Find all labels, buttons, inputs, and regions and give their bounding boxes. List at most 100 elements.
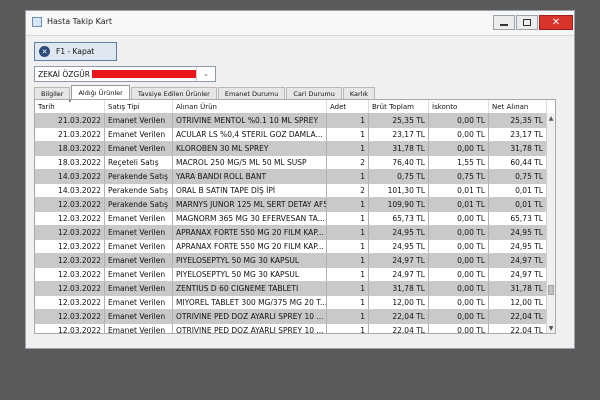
maximize-button[interactable] bbox=[516, 15, 538, 30]
redaction-bar bbox=[92, 70, 196, 78]
table-row[interactable]: 21.03.2022 Emanet Verilen OTRIVINE MENTOL … bbox=[35, 114, 547, 128]
cell-alinan-urun: OTRIVINE PED DOZ AYARLI SPREY 10 ... bbox=[173, 324, 327, 333]
header-iskonto[interactable]: İskonto bbox=[429, 100, 489, 113]
cell-brut-toplam: 24,95 TL bbox=[369, 226, 429, 239]
scroll-up-icon[interactable]: ▲ bbox=[547, 114, 555, 123]
tab-aldigi-urunler[interactable]: Aldığı Ürünler bbox=[71, 85, 130, 99]
cell-adet: 1 bbox=[327, 212, 369, 225]
cell-tarih: 12.03.2022 bbox=[35, 254, 105, 267]
header-net-alinan[interactable]: Net Alınan bbox=[489, 100, 547, 113]
cell-alinan-urun: YARA BANDI ROLL BANT bbox=[173, 170, 327, 183]
table-row[interactable]: 18.03.2022 Reçeteli Satış MACROL 250 MG/5 … bbox=[35, 156, 547, 170]
cell-alinan-urun: KLOROBEN 30 ML SPREY bbox=[173, 142, 327, 155]
cell-tarih: 21.03.2022 bbox=[35, 128, 105, 141]
table-row[interactable]: 12.03.2022 Emanet Verilen APRANAX FORTE 55… bbox=[35, 226, 547, 240]
cell-satis-tipi: Emanet Verilen bbox=[105, 226, 173, 239]
table-row[interactable]: 12.03.2022 Emanet Verilen PIYELOSEPTYL 50 … bbox=[35, 254, 547, 268]
table-row[interactable]: 12.03.2022 Emanet Verilen MAGNORM 365 MG 3… bbox=[35, 212, 547, 226]
vertical-scrollbar[interactable]: ▲ ▼ bbox=[546, 113, 555, 333]
scroll-down-icon[interactable]: ▼ bbox=[547, 324, 555, 333]
cell-tarih: 12.03.2022 bbox=[35, 212, 105, 225]
cell-iskonto: 0,00 TL bbox=[429, 324, 489, 333]
table-row[interactable]: 12.03.2022 Emanet Verilen OTRIVINE PED DOZ… bbox=[35, 310, 547, 324]
cell-alinan-urun: MACROL 250 MG/5 ML 50 ML SUSP bbox=[173, 156, 327, 169]
cell-alinan-urun: MAGNORM 365 MG 30 EFERVESAN TA... bbox=[173, 212, 327, 225]
table-row[interactable]: 14.03.2022 Perakende Satış YARA BANDI ROLL… bbox=[35, 170, 547, 184]
cell-net-alinan: 0,01 TL bbox=[489, 184, 547, 197]
cell-brut-toplam: 24,95 TL bbox=[369, 240, 429, 253]
cell-adet: 1 bbox=[327, 296, 369, 309]
table-row[interactable]: 12.03.2022 Emanet Verilen PIYELOSEPTYL 50 … bbox=[35, 268, 547, 282]
header-brut-toplam[interactable]: Brüt Toplam bbox=[369, 100, 429, 113]
tab-emanet-durumu[interactable]: Emanet Durumu bbox=[217, 87, 286, 99]
cell-net-alinan: 24,95 TL bbox=[489, 226, 547, 239]
tab-tavsiye-edilen-urunler[interactable]: Tavsiye Edilen Ürünler bbox=[130, 87, 217, 99]
cell-iskonto: 0,00 TL bbox=[429, 240, 489, 253]
tab-bilgiler[interactable]: Bilgiler bbox=[34, 87, 71, 99]
cell-brut-toplam: 0,75 TL bbox=[369, 170, 429, 183]
tab-cari-durumu[interactable]: Cari Durumu bbox=[286, 87, 342, 99]
cell-brut-toplam: 76,40 TL bbox=[369, 156, 429, 169]
cell-iskonto: 0,01 TL bbox=[429, 184, 489, 197]
header-adet[interactable]: Adet bbox=[327, 100, 369, 113]
header-alinan-urun[interactable]: Alınan Ürün bbox=[173, 100, 327, 113]
cell-net-alinan: 31,78 TL bbox=[489, 142, 547, 155]
table-row[interactable]: 18.03.2022 Emanet Verilen KLOROBEN 30 ML S… bbox=[35, 142, 547, 156]
cell-tarih: 18.03.2022 bbox=[35, 156, 105, 169]
chevron-down-icon[interactable]: ⌄ bbox=[196, 67, 215, 81]
cell-satis-tipi: Perakende Satış bbox=[105, 198, 173, 211]
cell-satis-tipi: Reçeteli Satış bbox=[105, 156, 173, 169]
cell-satis-tipi: Emanet Verilen bbox=[105, 142, 173, 155]
cell-satis-tipi: Emanet Verilen bbox=[105, 240, 173, 253]
cell-tarih: 12.03.2022 bbox=[35, 282, 105, 295]
cell-alinan-urun: PIYELOSEPTYL 50 MG 30 KAPSUL bbox=[173, 268, 327, 281]
cell-net-alinan: 22,04 TL bbox=[489, 310, 547, 323]
cell-alinan-urun: ZENTIUS D 60 CIGNEME TABLETI bbox=[173, 282, 327, 295]
cell-tarih: 12.03.2022 bbox=[35, 226, 105, 239]
cell-iskonto: 0,00 TL bbox=[429, 254, 489, 267]
scroll-thumb[interactable] bbox=[548, 285, 554, 295]
cell-brut-toplam: 25,35 TL bbox=[369, 114, 429, 127]
table-row[interactable]: 14.03.2022 Perakende Satış ORAL B SATIN TA… bbox=[35, 184, 547, 198]
tab-strip: Bilgiler Aldığı Ürünler Tavsiye Edilen Ü… bbox=[34, 85, 376, 99]
header-satis-tipi[interactable]: Satış Tipi bbox=[105, 100, 173, 113]
cell-satis-tipi: Emanet Verilen bbox=[105, 282, 173, 295]
cell-alinan-urun: ORAL B SATIN TAPE DİŞ İPİ bbox=[173, 184, 327, 197]
cell-iskonto: 0,00 TL bbox=[429, 212, 489, 225]
cell-brut-toplam: 22,04 TL bbox=[369, 310, 429, 323]
cell-iskonto: 0,75 TL bbox=[429, 170, 489, 183]
window-close-button[interactable]: ✕ bbox=[539, 15, 573, 30]
app-icon bbox=[32, 17, 42, 27]
table-row[interactable]: 12.03.2022 Emanet Verilen OTRIVINE PED DOZ… bbox=[35, 324, 547, 333]
cell-adet: 1 bbox=[327, 170, 369, 183]
cell-brut-toplam: 101,30 TL bbox=[369, 184, 429, 197]
table-row[interactable]: 12.03.2022 Emanet Verilen APRANAX FORTE 55… bbox=[35, 240, 547, 254]
kapat-button[interactable]: ✕ F1 - Kapat bbox=[34, 42, 117, 61]
grid-header: Tarih ▼ Satış Tipi Alınan Ürün Adet Brüt… bbox=[35, 100, 547, 114]
cell-brut-toplam: 65,73 TL bbox=[369, 212, 429, 225]
cell-alinan-urun: APRANAX FORTE 550 MG 20 FILM KAP... bbox=[173, 240, 327, 253]
cell-tarih: 14.03.2022 bbox=[35, 170, 105, 183]
minimize-button[interactable] bbox=[493, 15, 515, 30]
table-row[interactable]: 21.03.2022 Emanet Verilen ACULAR LS %0,4 S… bbox=[35, 128, 547, 142]
cell-adet: 1 bbox=[327, 310, 369, 323]
cell-net-alinan: 0,75 TL bbox=[489, 170, 547, 183]
cell-satis-tipi: Emanet Verilen bbox=[105, 128, 173, 141]
cell-iskonto: 0,00 TL bbox=[429, 114, 489, 127]
cell-adet: 2 bbox=[327, 184, 369, 197]
tab-karlik[interactable]: Karlık bbox=[342, 87, 375, 99]
cell-net-alinan: 23,17 TL bbox=[489, 128, 547, 141]
cell-adet: 1 bbox=[327, 282, 369, 295]
cell-adet: 1 bbox=[327, 226, 369, 239]
table-row[interactable]: 12.03.2022 Perakende Satış MARNYS JUNOR 12… bbox=[35, 198, 547, 212]
cell-brut-toplam: 24,97 TL bbox=[369, 254, 429, 267]
cell-brut-toplam: 31,78 TL bbox=[369, 282, 429, 295]
table-row[interactable]: 12.03.2022 Emanet Verilen ZENTIUS D 60 CIG… bbox=[35, 282, 547, 296]
patient-select[interactable]: ZEKAİ ÖZGÜR ⌄ bbox=[34, 66, 216, 82]
close-circle-icon: ✕ bbox=[39, 46, 50, 57]
cell-satis-tipi: Emanet Verilen bbox=[105, 310, 173, 323]
cell-adet: 1 bbox=[327, 254, 369, 267]
cell-alinan-urun: PIYELOSEPTYL 50 MG 30 KAPSUL bbox=[173, 254, 327, 267]
table-row[interactable]: 12.03.2022 Emanet Verilen MIYOREL TABLET 3… bbox=[35, 296, 547, 310]
cell-brut-toplam: 23,17 TL bbox=[369, 128, 429, 141]
